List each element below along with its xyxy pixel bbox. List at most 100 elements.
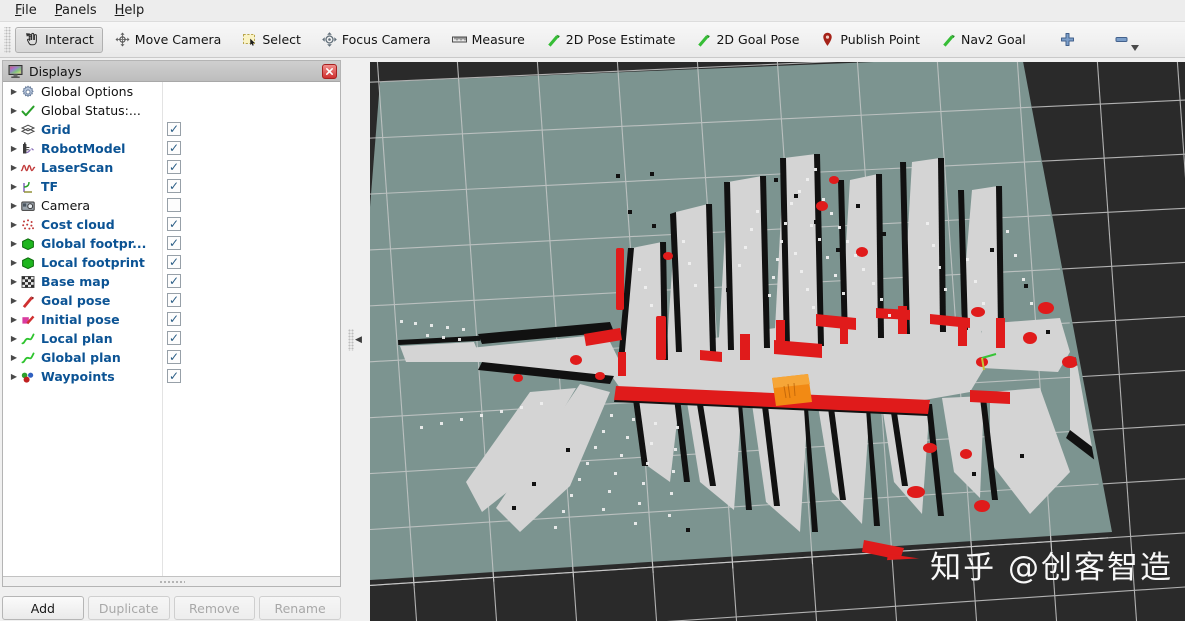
menu-file[interactable]: File xyxy=(6,1,46,21)
robot-footprint-marker xyxy=(772,374,812,406)
display-row-global-status[interactable]: ▶ Global Status:... xyxy=(3,101,340,120)
rename-display-button[interactable]: Rename xyxy=(259,596,341,620)
tool-2d-pose-estimate[interactable]: 2D Pose Estimate xyxy=(536,27,685,53)
expand-arrow-icon[interactable]: ▶ xyxy=(8,87,20,96)
expand-arrow-icon[interactable]: ▶ xyxy=(8,277,20,286)
expand-arrow-icon[interactable]: ▶ xyxy=(8,296,20,305)
tool-publish-point[interactable]: Publish Point xyxy=(810,27,929,53)
rviz-window: File Panels Help Interact Move Camera Se… xyxy=(0,0,1185,621)
display-row-tf[interactable]: ▶ TF ✓ xyxy=(3,177,340,196)
display-label: Initial pose xyxy=(41,312,120,327)
display-checkbox-local-footprint[interactable]: ✓ xyxy=(167,255,181,269)
toolbar-drag-handle[interactable] xyxy=(4,26,11,53)
display-row-grid[interactable]: ▶ Grid ✓ xyxy=(3,120,340,139)
remove-tool-button[interactable] xyxy=(1102,27,1141,53)
display-checkbox-camera[interactable] xyxy=(167,198,181,212)
duplicate-display-button[interactable]: Duplicate xyxy=(87,596,170,620)
display-row-initial-pose[interactable]: ▶ Initial pose ✓ xyxy=(3,310,340,329)
add-tool-button[interactable] xyxy=(1048,27,1087,53)
add-display-button[interactable]: Add xyxy=(2,596,84,620)
remove-display-button[interactable]: Remove xyxy=(173,596,256,620)
expand-arrow-icon[interactable]: ▶ xyxy=(8,125,20,134)
polygon-green-icon xyxy=(22,237,34,250)
display-checkbox-goal-pose[interactable]: ✓ xyxy=(167,293,181,307)
map-pin-icon xyxy=(823,32,833,46)
tool-select[interactable]: Select xyxy=(232,27,310,53)
display-checkbox-waypoints[interactable]: ✓ xyxy=(167,369,181,383)
display-row-local-footprint[interactable]: ▶ Local footprint ✓ xyxy=(3,253,340,272)
display-row-camera[interactable]: ▶ Camera xyxy=(3,196,340,215)
tool-focus-camera-label: Focus Camera xyxy=(341,32,431,47)
display-checkbox-robotmodel[interactable]: ✓ xyxy=(167,141,181,155)
display-checkbox-global-footprint[interactable]: ✓ xyxy=(167,236,181,250)
display-checkbox-initial-pose[interactable]: ✓ xyxy=(167,312,181,326)
expand-arrow-icon[interactable]: ▶ xyxy=(8,220,20,229)
display-checkbox-cost-cloud[interactable]: ✓ xyxy=(167,217,181,231)
display-checkbox-local-plan[interactable]: ✓ xyxy=(167,331,181,345)
menu-bar: File Panels Help xyxy=(0,0,1185,22)
display-row-cost-cloud[interactable]: ▶ Cost cloud ✓ xyxy=(3,215,340,234)
green-path-icon xyxy=(21,352,35,363)
displays-tree[interactable]: ▶ Global Options ▶ Global Status:... ▶ G… xyxy=(3,82,340,576)
splitter-collapse-handle[interactable]: ◀ xyxy=(348,329,362,351)
tool-interact-label: Interact xyxy=(45,32,94,47)
expand-arrow-icon[interactable]: ▶ xyxy=(8,201,20,210)
expand-arrow-icon[interactable]: ▶ xyxy=(8,239,20,248)
display-label: Cost cloud xyxy=(41,217,115,232)
display-label: Global plan xyxy=(41,350,121,365)
tool-nav2-goal[interactable]: Nav2 Goal xyxy=(931,27,1035,53)
menu-panels[interactable]: Panels xyxy=(46,1,106,21)
expand-arrow-icon[interactable]: ▶ xyxy=(8,258,20,267)
expand-arrow-icon[interactable]: ▶ xyxy=(8,334,20,343)
chevron-left-icon[interactable]: ◀ xyxy=(355,335,362,345)
expand-arrow-icon[interactable]: ▶ xyxy=(8,372,20,381)
display-label: Camera xyxy=(41,198,91,213)
display-row-global-options[interactable]: ▶ Global Options xyxy=(3,82,340,101)
magenta-arrow-icon xyxy=(22,315,35,324)
tool-measure[interactable]: Measure xyxy=(442,27,534,53)
display-row-global-footprint[interactable]: ▶ Global footpr... ✓ xyxy=(3,234,340,253)
expand-arrow-icon[interactable]: ▶ xyxy=(8,106,20,115)
display-checkbox-laserscan[interactable]: ✓ xyxy=(167,160,181,174)
displays-panel-resize-grip[interactable] xyxy=(3,576,340,586)
panel-splitter[interactable]: ◀ xyxy=(343,60,367,620)
ruler-icon xyxy=(451,36,467,43)
display-label: Grid xyxy=(41,122,71,137)
display-checkbox-grid[interactable]: ✓ xyxy=(167,122,181,136)
expand-arrow-icon[interactable]: ▶ xyxy=(8,163,20,172)
tool-measure-label: Measure xyxy=(471,32,525,47)
displays-panel-title: Displays xyxy=(29,63,82,79)
chevron-down-icon[interactable] xyxy=(1130,44,1139,51)
expand-arrow-icon[interactable]: ▶ xyxy=(8,182,20,191)
expand-arrow-icon[interactable]: ▶ xyxy=(8,144,20,153)
expand-arrow-icon[interactable]: ▶ xyxy=(8,353,20,362)
displays-panel-close-button[interactable] xyxy=(322,63,337,79)
tool-move-camera[interactable]: Move Camera xyxy=(105,27,231,53)
viewport-canvas xyxy=(370,62,1185,621)
tool-2d-goal-pose[interactable]: 2D Goal Pose xyxy=(686,27,808,53)
display-row-local-plan[interactable]: ▶ Local plan ✓ xyxy=(3,329,340,348)
focus-camera-icon xyxy=(322,32,337,47)
display-row-robotmodel[interactable]: ▶ RobotModel ✓ xyxy=(3,139,340,158)
display-label: Waypoints xyxy=(41,369,115,384)
display-label: RobotModel xyxy=(41,141,126,156)
display-row-goal-pose[interactable]: ▶ Goal pose ✓ xyxy=(3,291,340,310)
expand-arrow-icon[interactable]: ▶ xyxy=(8,315,20,324)
display-label: LaserScan xyxy=(41,160,114,175)
tool-interact[interactable]: Interact xyxy=(15,26,103,53)
menu-help[interactable]: Help xyxy=(106,1,154,21)
display-checkbox-tf[interactable]: ✓ xyxy=(167,179,181,193)
display-checkbox-base-map[interactable]: ✓ xyxy=(167,274,181,288)
tool-move-camera-label: Move Camera xyxy=(134,32,222,47)
display-row-base-map[interactable]: ▶ Base map ✓ xyxy=(3,272,340,291)
plus-icon xyxy=(1060,33,1074,46)
monitor-icon xyxy=(8,64,23,78)
display-row-global-plan[interactable]: ▶ Global plan ✓ xyxy=(3,348,340,367)
display-row-waypoints[interactable]: ▶ Waypoints ✓ xyxy=(3,367,340,386)
display-checkbox-global-plan[interactable]: ✓ xyxy=(167,350,181,364)
render-viewport-3d[interactable]: 知乎 @创客智造 xyxy=(370,62,1185,621)
display-row-laserscan[interactable]: ▶ LaserScan ✓ xyxy=(3,158,340,177)
green-path-icon xyxy=(21,333,35,344)
close-icon xyxy=(326,67,333,75)
tool-focus-camera[interactable]: Focus Camera xyxy=(312,27,440,53)
